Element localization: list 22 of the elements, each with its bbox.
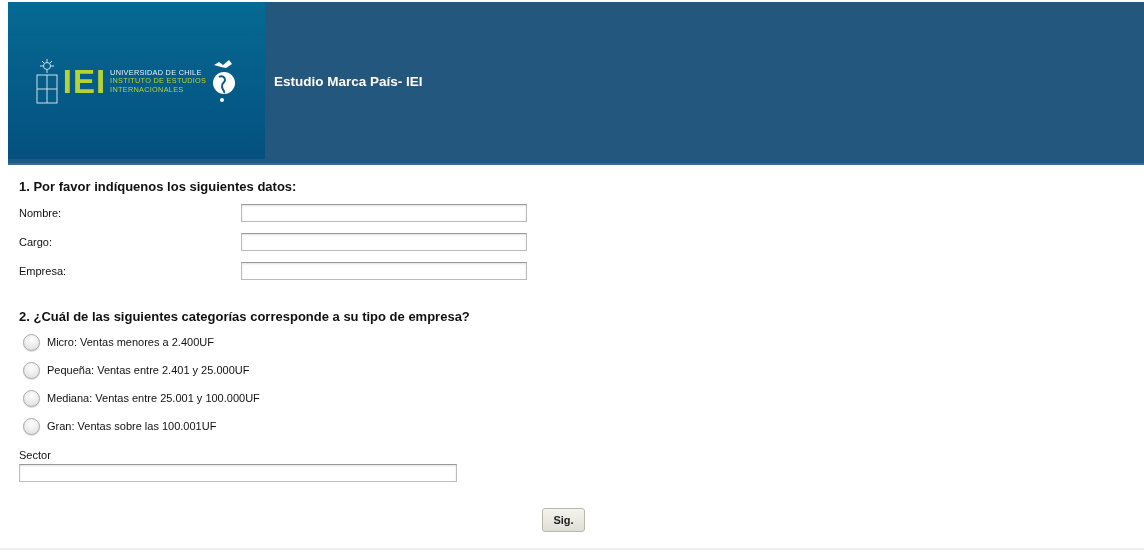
radio-button[interactable]: [23, 361, 40, 379]
radio-button[interactable]: [23, 417, 40, 435]
field-label: Cargo:: [19, 235, 53, 248]
option-label: Pequeña: Ventas entre 2.401 y 25.000UF: [47, 364, 250, 376]
option-label: Micro: Ventas menores a 2.400UF: [47, 336, 214, 348]
next-button[interactable]: Sig.: [542, 508, 585, 532]
option-label: Mediana: Ventas entre 25.001 y 100.000UF: [47, 392, 260, 404]
crest-icon: [34, 58, 59, 105]
field-label: Sector: [19, 449, 51, 461]
input-field[interactable]: [19, 464, 457, 482]
option-label: Gran: Ventas sobre las 100.001UF: [47, 420, 217, 432]
input-field[interactable]: [241, 203, 527, 222]
radio-button[interactable]: [23, 333, 40, 351]
input-field[interactable]: [241, 261, 527, 280]
radio-button[interactable]: [23, 389, 40, 407]
question-title: 1. Por favor indíquenos los siguientes datos:: [19, 179, 297, 194]
logo-acronym: IEI: [62, 65, 107, 98]
field-label: Nombre:: [19, 206, 62, 219]
field-label: Empresa:: [19, 264, 67, 277]
question-title: 2. ¿Cuál de las siguientes categorías corresponde a su tipo de empresa?: [19, 309, 470, 324]
input-field[interactable]: [241, 232, 527, 251]
survey-title: Estudio Marca País- IEI: [274, 74, 423, 90]
